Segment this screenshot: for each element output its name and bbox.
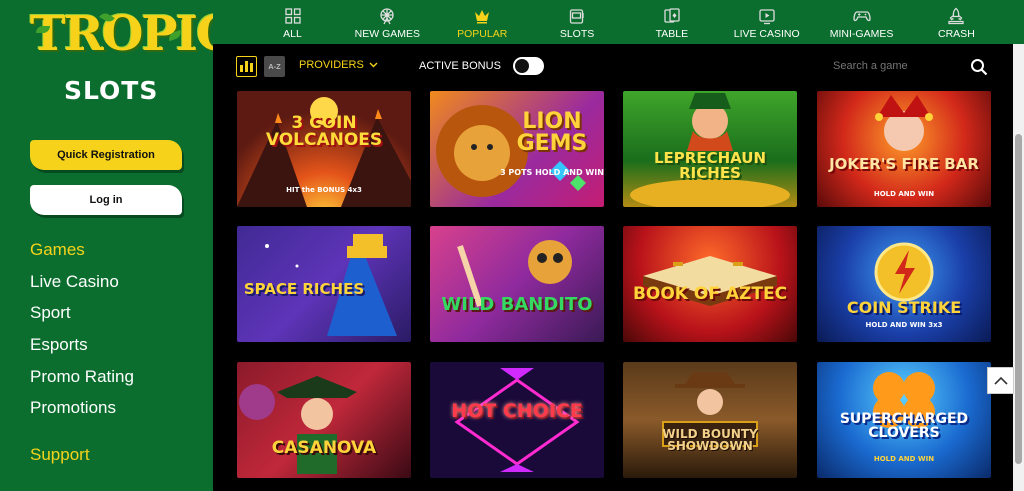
slot-machine-icon <box>569 9 584 24</box>
sidebar-item-live-casino[interactable]: Live Casino <box>30 270 134 302</box>
gamepad-icon <box>852 11 871 22</box>
tab-crash[interactable]: CRASH <box>919 0 994 44</box>
scroll-to-top-button[interactable] <box>987 367 1014 394</box>
sidebar-item-support[interactable]: Support <box>30 445 90 465</box>
tropic-slots-logo[interactable]: TROPIC SLOTS <box>28 6 234 106</box>
bar-icon-segment <box>245 61 248 72</box>
scrollbar-thumb[interactable] <box>1015 134 1022 464</box>
tab-slots[interactable]: SLOTS <box>540 0 615 44</box>
game-tile[interactable]: JOKER'S FIRE BAR HOLD AND WIN <box>817 91 991 207</box>
sidebar-item-esports[interactable]: Esports <box>30 333 134 365</box>
sidebar-nav: Games Live Casino Sport Esports Promo Ra… <box>30 238 134 428</box>
sort-az-button[interactable]: A-Z <box>264 56 285 77</box>
tab-mini-games[interactable]: MINI-GAMES <box>824 0 899 44</box>
providers-label: PROVIDERS <box>299 59 364 71</box>
quick-registration-button[interactable]: Quick Registration <box>30 140 182 170</box>
logo-text-tropic: TROPIC <box>30 6 234 62</box>
bandito-artwork <box>457 240 572 307</box>
search-input[interactable] <box>833 60 943 72</box>
tab-label: SLOTS <box>559 28 595 40</box>
cowgirl-artwork <box>662 372 758 447</box>
game-tile[interactable]: HOT CHOICE <box>430 362 604 478</box>
login-button[interactable]: Log in <box>30 185 182 215</box>
bar-icon-segment <box>250 63 253 72</box>
page-scrollbar[interactable] <box>1013 44 1024 491</box>
tab-all[interactable]: ALL <box>255 0 330 44</box>
tab-new-games[interactable]: NEW GAMES <box>350 0 425 44</box>
chevron-down-icon <box>369 62 378 68</box>
chevron-up-icon <box>993 376 1008 385</box>
game-title: LION GEMS <box>516 109 588 156</box>
game-subtitle: HOLD AND WIN 3x3 <box>865 321 943 329</box>
game-title: SUPERCHARGED CLOVERS <box>839 411 969 441</box>
rocket-icon <box>948 7 965 25</box>
sidebar-item-promotions[interactable]: Promotions <box>30 396 134 428</box>
game-tile[interactable]: BOOK OF AZTEC <box>623 226 797 342</box>
game-title: SPACE RICHES <box>243 280 365 298</box>
sidebar-item-promo-rating[interactable]: Promo Rating <box>30 365 134 397</box>
game-title: HOT CHOICE <box>451 400 583 422</box>
game-tile[interactable]: SPACE RICHES <box>237 226 411 342</box>
tab-label: NEW GAMES <box>354 28 421 40</box>
game-subtitle: HIT the BONUS 4x3 <box>286 186 362 194</box>
tab-live-casino[interactable]: LIVE CASINO <box>729 0 804 44</box>
active-bonus-label: ACTIVE BONUS <box>419 60 501 72</box>
game-tile[interactable]: COIN STRIKE HOLD AND WIN 3x3 <box>817 226 991 342</box>
game-subtitle: 3 POTS HOLD AND WIN <box>500 168 604 177</box>
tab-label: TABLE <box>655 28 689 40</box>
tab-label: LIVE CASINO <box>733 28 800 40</box>
game-tile[interactable]: CASANOVA <box>237 362 411 478</box>
game-subtitle: HOLD AND WIN <box>873 455 935 463</box>
tab-popular[interactable]: POPULAR <box>445 0 520 44</box>
game-title: BOOK OF AZTEC <box>632 284 788 304</box>
search-icon[interactable] <box>970 58 988 76</box>
crown-icon <box>475 10 490 24</box>
category-nav: ALL NEW GAMES POPULAR SLOTS TABLE LIVE C… <box>213 0 1024 44</box>
game-tile[interactable]: LEPRECHAUN RICHES <box>623 91 797 207</box>
sort-popularity-button[interactable] <box>236 56 257 77</box>
tab-label: MINI-GAMES <box>829 28 894 40</box>
game-tile[interactable]: SUPERCHARGED CLOVERS HOLD AND WIN <box>817 362 991 478</box>
tab-label: CRASH <box>938 28 975 40</box>
logo-text-slots: SLOTS <box>64 76 159 105</box>
game-title: COIN STRIKE <box>846 298 962 317</box>
game-title: JOKER'S FIRE BAR <box>829 155 979 173</box>
casino-app: TROPIC SLOTS Quick Registration Log in G… <box>0 0 1024 491</box>
providers-dropdown[interactable]: PROVIDERS <box>299 59 378 71</box>
game-title: CASANOVA <box>271 438 377 458</box>
game-title: WILD BOUNTY SHOWDOWN <box>662 427 758 453</box>
toggle-knob <box>515 59 529 73</box>
casanova-artwork <box>239 376 357 474</box>
game-tile[interactable]: WILD BOUNTY SHOWDOWN <box>623 362 797 478</box>
grid-icon <box>284 8 301 24</box>
ferris-wheel-icon <box>380 8 394 25</box>
tab-label: POPULAR <box>457 28 508 40</box>
game-tile[interactable]: WILD BANDITO <box>430 226 604 342</box>
game-grid: 3 COIN VOLCANOES HIT the BONUS 4x3 LION … <box>237 91 991 491</box>
sidebar-item-games[interactable]: Games <box>30 238 134 270</box>
game-title: LEPRECHAUN RICHES <box>653 149 767 182</box>
game-tile[interactable]: LION GEMS 3 POTS HOLD AND WIN <box>430 91 604 207</box>
bar-icon-segment <box>240 65 243 72</box>
game-title: WILD BANDITO <box>441 294 593 315</box>
game-title: 3 COIN VOLCANOES <box>265 113 383 150</box>
active-bonus-toggle[interactable] <box>513 57 544 75</box>
live-play-icon <box>759 9 775 25</box>
tab-table[interactable]: TABLE <box>634 0 709 44</box>
tab-label: ALL <box>283 28 302 40</box>
cards-icon <box>664 8 680 23</box>
sidebar: TROPIC SLOTS Quick Registration Log in G… <box>0 0 234 491</box>
filter-bar: A-Z PROVIDERS ACTIVE BONUS <box>213 44 1013 90</box>
game-subtitle: HOLD AND WIN <box>873 190 935 198</box>
sidebar-item-sport[interactable]: Sport <box>30 301 134 333</box>
game-tile[interactable]: 3 COIN VOLCANOES HIT the BONUS 4x3 <box>237 91 411 207</box>
